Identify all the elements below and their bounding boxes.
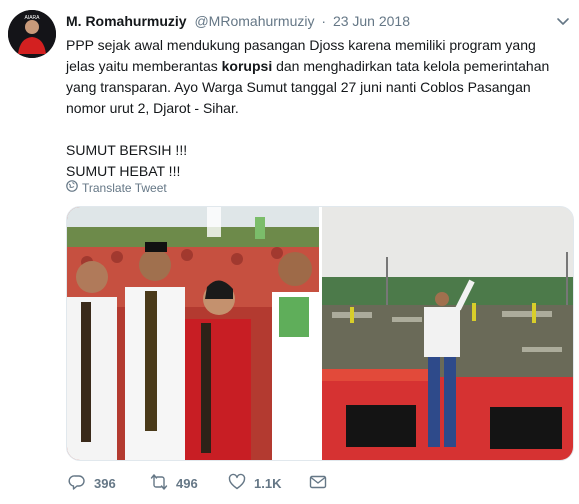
photo-grid <box>66 206 574 461</box>
globe-icon <box>66 180 78 196</box>
tweet-line: SUMUT HEBAT !!! <box>66 163 181 179</box>
translate-tweet-link[interactable]: Translate Tweet <box>66 180 167 196</box>
author-name[interactable]: M. Romahurmuziy <box>66 13 187 29</box>
chevron-down-icon[interactable] <box>556 14 570 28</box>
tweet-header: M. Romahurmuziy @MRomahurmuziy · 23 Jun … <box>66 12 410 30</box>
like-button[interactable]: 1.1K <box>228 472 281 494</box>
like-count: 1.1K <box>254 475 282 491</box>
tweet[interactable]: AIARA M. Romahurmuziy @MRomahurmuziy · 2… <box>0 0 579 504</box>
retweet-button[interactable]: 496 <box>150 472 198 494</box>
translate-label: Translate Tweet <box>82 181 167 195</box>
author-handle[interactable]: @MRomahurmuziy <box>194 13 314 29</box>
reply-icon <box>68 473 86 494</box>
photo-left[interactable] <box>67 207 319 460</box>
reply-count: 396 <box>94 475 116 491</box>
retweet-count: 496 <box>176 475 198 491</box>
reply-button[interactable]: 396 <box>68 472 116 494</box>
photo-right[interactable] <box>322 207 573 460</box>
tweet-line: SUMUT BERSIH !!! <box>66 142 188 158</box>
action-bar: 396 496 1.1K <box>66 472 366 494</box>
tweet-text: PPP sejak awal mendukung pasangan Djoss … <box>66 35 566 182</box>
tweet-text-bold: korupsi <box>221 58 273 74</box>
avatar[interactable]: AIARA <box>8 10 56 58</box>
avatar-image: AIARA <box>8 10 56 58</box>
envelope-icon <box>309 473 327 494</box>
tweet-paragraph: PPP sejak awal mendukung pasangan Djoss … <box>66 35 566 119</box>
retweet-icon <box>150 473 168 494</box>
avatar-caption: AIARA <box>24 15 40 21</box>
direct-message-button[interactable] <box>309 472 327 494</box>
tweet-date[interactable]: 23 Jun 2018 <box>333 13 410 29</box>
heart-icon <box>228 473 246 494</box>
separator: · <box>321 13 327 29</box>
